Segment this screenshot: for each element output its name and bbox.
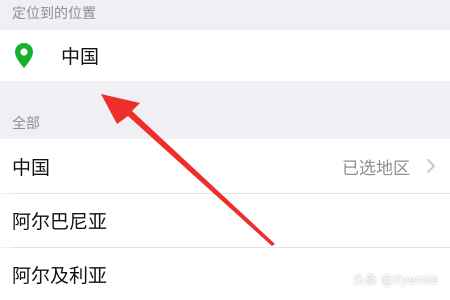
region-label: 阿尔及利亚 xyxy=(12,264,108,287)
watermark: 头条 @Xyemie xyxy=(353,271,438,288)
region-label: 中国 xyxy=(12,156,51,179)
region-row-albania[interactable]: 阿尔巴尼亚 xyxy=(0,194,450,247)
chevron-right-icon xyxy=(427,159,435,173)
located-section-header: 定位到的位置 xyxy=(0,0,450,30)
watermark-text: 头条 @Xyemie xyxy=(353,273,438,287)
located-location-row[interactable]: 中国 xyxy=(0,30,450,81)
selected-region-status: 已选地区 xyxy=(342,158,410,179)
region-row-china[interactable]: 中国 已选地区 xyxy=(0,139,450,193)
all-section-header: 全部 xyxy=(0,81,450,139)
location-pin-icon xyxy=(15,43,33,68)
region-label: 阿尔巴尼亚 xyxy=(12,211,108,233)
located-location-label: 中国 xyxy=(61,46,100,68)
